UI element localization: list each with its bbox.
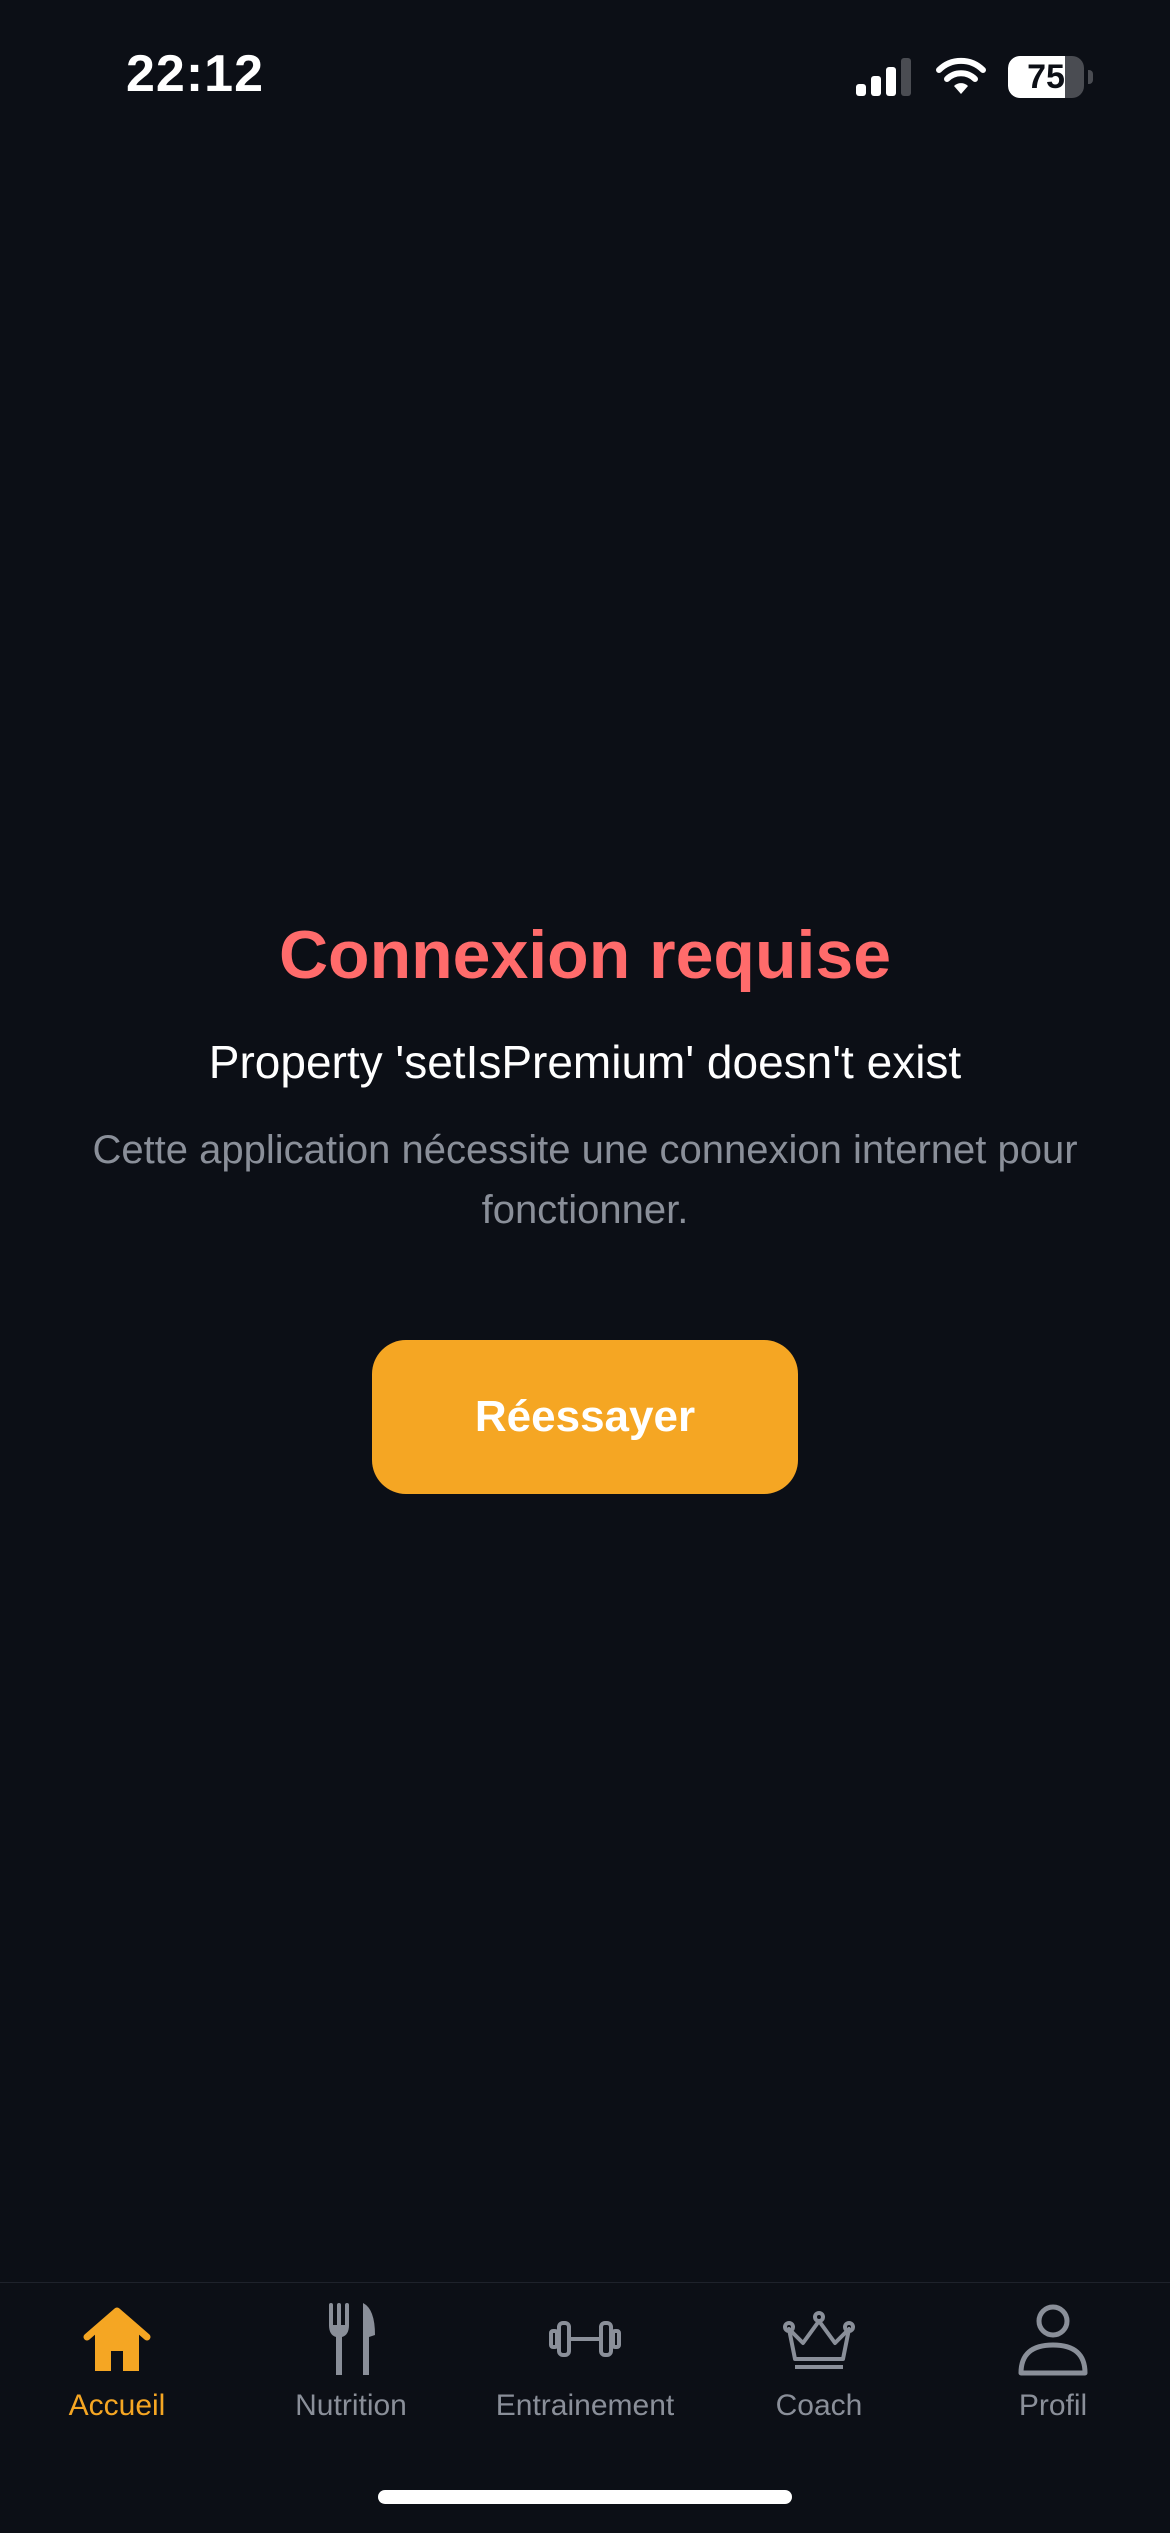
- status-bar: 22:12 75: [0, 0, 1170, 150]
- cellular-signal-icon: [856, 58, 911, 96]
- tab-label-nutrition: Nutrition: [295, 2389, 407, 2422]
- retry-button[interactable]: Réessayer: [372, 1340, 798, 1494]
- tab-nutrition[interactable]: Nutrition: [234, 2299, 468, 2439]
- status-time: 22:12: [126, 45, 264, 103]
- tab-coach[interactable]: Coach: [702, 2299, 936, 2439]
- error-screen: Connexion requise Property 'setIsPremium…: [0, 900, 1170, 1494]
- home-indicator[interactable]: [378, 2490, 792, 2504]
- tab-accueil[interactable]: Accueil: [0, 2299, 234, 2439]
- wifi-icon: [936, 57, 986, 94]
- person-icon: [1018, 2304, 1088, 2376]
- dumbbell-icon: [549, 2321, 621, 2357]
- fork-knife-icon: [329, 2303, 375, 2375]
- error-message: Property 'setIsPremium' doesn't exist: [208, 1036, 962, 1088]
- tab-label-entrainement: Entrainement: [495, 2389, 675, 2422]
- crown-icon: [783, 2311, 855, 2369]
- battery-level: 75: [1027, 58, 1065, 96]
- tab-label-profil: Profil: [1018, 2389, 1088, 2422]
- error-hint: Cette application nécessite une connexio…: [92, 1128, 1078, 1232]
- home-icon: [83, 2307, 151, 2371]
- tab-label-coach: Coach: [775, 2389, 863, 2422]
- battery-indicator: 75: [1008, 56, 1093, 98]
- tab-entrainement[interactable]: Entrainement: [468, 2299, 702, 2439]
- tab-label-accueil: Accueil: [68, 2389, 166, 2422]
- error-title: Connexion requise: [278, 917, 892, 993]
- tab-profil[interactable]: Profil: [936, 2299, 1170, 2439]
